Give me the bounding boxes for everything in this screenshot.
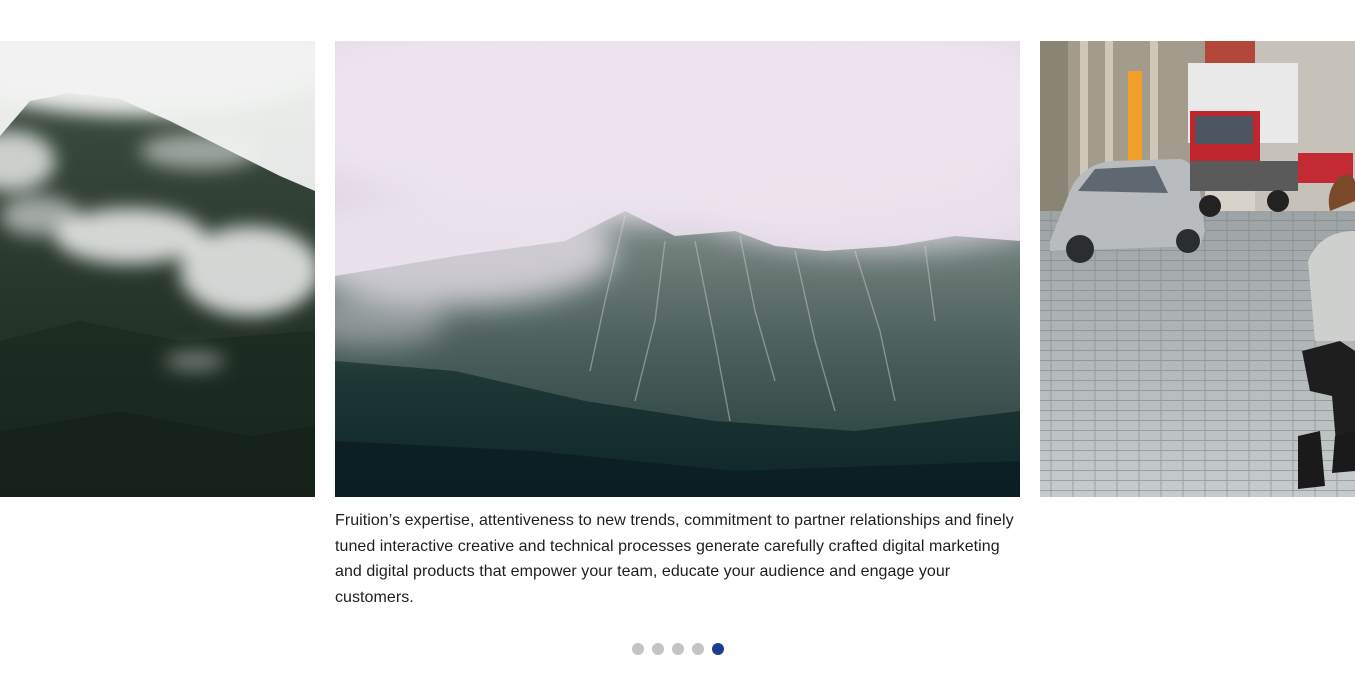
pagination-dot-1[interactable] (632, 643, 644, 655)
pagination-dot-3[interactable] (672, 643, 684, 655)
carousel: Fruition’s expertise, attentiveness to n… (0, 0, 1355, 678)
pagination-dot-4[interactable] (692, 643, 704, 655)
carousel-slide-next[interactable] (1040, 41, 1355, 497)
city-street-child-image (1040, 41, 1355, 497)
carousel-slide-previous[interactable] (0, 41, 315, 497)
carousel-pagination (632, 643, 724, 655)
slide-caption: Fruition’s expertise, attentiveness to n… (335, 512, 1014, 607)
pagination-dot-5[interactable] (712, 643, 724, 655)
carousel-slide-current[interactable] (335, 41, 1020, 497)
foggy-mountain-ridge-image (335, 41, 1020, 497)
pagination-dot-2[interactable] (652, 643, 664, 655)
misty-forest-mountain-image (0, 41, 315, 497)
